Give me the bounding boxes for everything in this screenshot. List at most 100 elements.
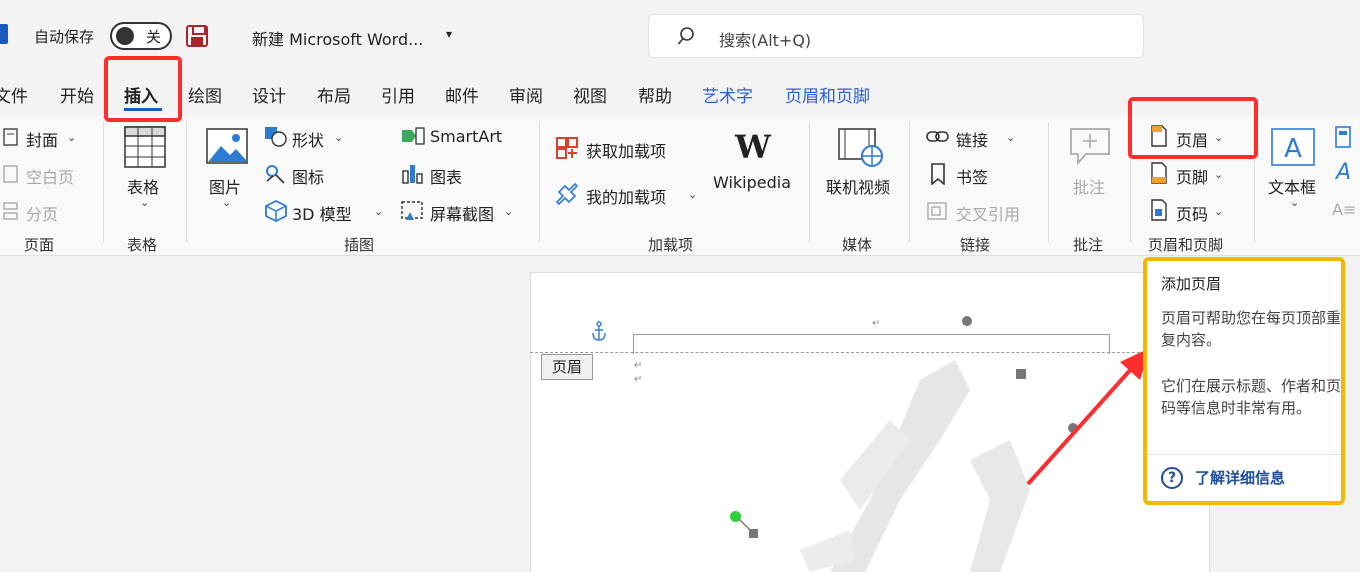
tab-layout[interactable]: 布局	[317, 82, 351, 107]
rotation-handle[interactable]	[962, 316, 972, 326]
chevron-down-icon[interactable]: ⌄	[334, 131, 343, 144]
chevron-down-icon[interactable]: ⌄	[1290, 196, 1299, 209]
group-separator	[809, 122, 810, 242]
comment-icon	[1070, 128, 1110, 166]
page-number-button[interactable]: 页码	[1176, 201, 1208, 225]
picture-button[interactable]: 图片	[209, 174, 241, 198]
chevron-down-icon[interactable]: ⌄	[374, 205, 383, 218]
chevron-down-icon[interactable]: ⌄	[1214, 168, 1223, 181]
3d-model-icon	[265, 200, 287, 222]
group-label-pages: 页面	[24, 236, 55, 254]
group-separator	[1048, 122, 1049, 242]
tab-file[interactable]: 文件	[0, 82, 28, 107]
page-number-icon	[1151, 199, 1167, 221]
link-icon	[926, 131, 949, 142]
drop-cap-icon[interactable]: A≡	[1332, 200, 1356, 219]
wikipedia-button[interactable]: Wikipedia	[713, 173, 791, 192]
bookmark-button[interactable]: 书签	[956, 164, 988, 188]
save-icon[interactable]	[186, 25, 208, 47]
table-icon	[124, 126, 166, 168]
bookmark-icon	[931, 163, 945, 185]
my-addins-icon	[555, 182, 579, 206]
blank-page-button[interactable]: 空白页	[26, 164, 74, 188]
tab-references[interactable]: 引用	[381, 82, 415, 107]
cover-page-button[interactable]: 封面	[26, 127, 58, 151]
chevron-down-icon[interactable]: ▾	[446, 27, 452, 41]
handle-connector	[738, 518, 751, 531]
wordart-icon[interactable]: A	[1336, 160, 1351, 185]
chevron-down-icon[interactable]: ⌄	[504, 205, 513, 218]
chevron-down-icon[interactable]: ⌄	[222, 196, 231, 209]
autosave-label: 自动保存	[34, 28, 95, 46]
table-button[interactable]: 表格	[127, 174, 159, 198]
title-bar: 自动保存 关 新建 Microsoft Word... ▾ 搜索(Alt+Q)	[0, 0, 1360, 68]
paragraph-mark-icon: ↵	[872, 318, 881, 329]
group-separator	[909, 122, 910, 242]
help-icon[interactable]: ?	[1161, 467, 1183, 489]
highlight-insert-tab	[104, 56, 182, 122]
group-label-header-footer: 页眉和页脚	[1148, 236, 1224, 254]
online-video-button[interactable]: 联机视频	[826, 174, 890, 198]
paragraph-mark-icon: ↵	[634, 360, 643, 371]
tab-help[interactable]: 帮助	[638, 82, 672, 107]
group-label-addins: 加载项	[648, 236, 694, 254]
tooltip-divider	[1147, 454, 1341, 455]
highlight-header-button	[1128, 97, 1258, 159]
chevron-down-icon[interactable]: ⌄	[1006, 131, 1015, 144]
my-addins-button[interactable]: 我的加载项	[586, 184, 666, 208]
tab-design[interactable]: 设计	[252, 82, 286, 107]
smartart-icon	[402, 127, 425, 145]
smartart-button[interactable]: SmartArt	[430, 127, 502, 146]
blank-page-icon	[3, 165, 18, 183]
tab-draw[interactable]: 绘图	[188, 82, 222, 107]
get-addins-button[interactable]: 获取加载项	[586, 138, 666, 162]
chevron-down-icon[interactable]: ⌄	[1214, 205, 1223, 218]
cross-reference-icon	[927, 202, 947, 220]
learn-more-link[interactable]: 了解详细信息	[1195, 467, 1285, 488]
header-tag: 页眉	[541, 354, 593, 380]
comment-button[interactable]: 批注	[1073, 174, 1105, 198]
autosave-toggle[interactable]: 关	[110, 22, 172, 50]
chevron-down-icon[interactable]: ⌄	[688, 188, 697, 201]
cross-reference-button[interactable]: 交叉引用	[956, 201, 1020, 225]
group-separator	[539, 122, 540, 242]
link-button[interactable]: 链接	[956, 127, 988, 151]
quick-parts-icon	[1335, 126, 1351, 148]
screenshot-button[interactable]: 屏幕截图	[430, 201, 494, 225]
page-break-button[interactable]: 分页	[26, 201, 58, 225]
footer-icon	[1151, 162, 1167, 184]
tab-mailings[interactable]: 邮件	[445, 82, 479, 107]
tooltip-title: 添加页眉	[1161, 275, 1222, 293]
group-label-links: 链接	[960, 236, 991, 254]
search-placeholder: 搜索(Alt+Q)	[719, 31, 812, 50]
online-video-icon	[838, 128, 883, 167]
tab-view[interactable]: 视图	[573, 82, 607, 107]
group-label-illustrations: 插图	[344, 236, 375, 254]
word-app-icon[interactable]	[0, 24, 8, 44]
footer-button[interactable]: 页脚	[1176, 164, 1208, 188]
document-title[interactable]: 新建 Microsoft Word...	[252, 26, 423, 50]
autosave-state: 关	[146, 28, 162, 46]
svg-text:A: A	[1284, 134, 1302, 164]
group-separator	[103, 122, 104, 242]
wikipedia-icon: W	[735, 128, 771, 166]
chevron-down-icon[interactable]: ⌄	[140, 196, 149, 209]
3d-model-button[interactable]: 3D 模型	[292, 201, 352, 225]
get-addins-icon	[556, 137, 578, 159]
chevron-down-icon[interactable]: ⌄	[67, 131, 76, 144]
group-label-media: 媒体	[842, 236, 873, 254]
paragraph-mark-icon: ↵	[634, 374, 643, 385]
shapes-button[interactable]: 形状	[292, 127, 324, 151]
search-input[interactable]: 搜索(Alt+Q)	[648, 14, 1144, 58]
tab-review[interactable]: 审阅	[509, 82, 543, 107]
textbox-icon: A	[1271, 128, 1315, 166]
tab-home[interactable]: 开始	[60, 82, 94, 107]
textbox-button[interactable]: 文本框	[1268, 174, 1316, 198]
red-arrow	[1026, 348, 1150, 486]
tab-header-footer[interactable]: 页眉和页脚	[785, 82, 870, 107]
group-separator	[186, 122, 187, 242]
chart-icon	[402, 165, 423, 184]
tab-wordart[interactable]: 艺术字	[702, 82, 753, 107]
chart-button[interactable]: 图表	[430, 164, 462, 188]
icons-button[interactable]: 图标	[292, 164, 324, 188]
